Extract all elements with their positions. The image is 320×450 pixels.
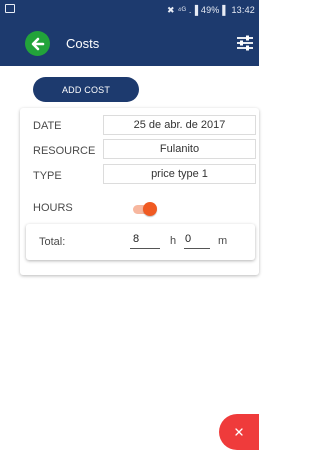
back-button[interactable] — [25, 31, 50, 56]
date-label: DATE — [33, 120, 62, 132]
date-field[interactable]: 25 de abr. de 2017 — [103, 115, 256, 135]
page-title: Costs — [66, 36, 100, 51]
hours-label: HOURS — [33, 202, 73, 214]
sliders-icon — [237, 35, 253, 51]
status-indicators: ✖ ⁴ᴳ .▐ 49% ▌ 13:42 — [167, 5, 255, 15]
add-cost-button[interactable]: ADD COST — [33, 77, 139, 102]
hours-input[interactable]: 8 — [130, 233, 160, 249]
resource-label: RESOURCE — [33, 145, 96, 157]
type-label: TYPE — [33, 170, 62, 182]
total-panel: Total: 8 h 0 m — [26, 224, 255, 260]
close-icon — [235, 428, 243, 436]
resource-field[interactable]: Fulanito — [103, 139, 256, 159]
cost-form-card: DATE 25 de abr. de 2017 RESOURCE Fulanit… — [20, 108, 259, 275]
filter-button[interactable] — [234, 34, 256, 52]
type-field[interactable]: price type 1 — [103, 164, 256, 184]
image-notification-icon — [5, 4, 15, 13]
hours-toggle[interactable] — [133, 202, 157, 216]
cancel-fab-button[interactable] — [219, 414, 259, 450]
arrow-left-icon — [31, 37, 45, 50]
toggle-thumb — [143, 202, 157, 216]
total-label: Total: — [39, 236, 66, 248]
app-bar: Costs — [0, 20, 259, 66]
minutes-unit-label: m — [218, 235, 228, 247]
hours-unit-label: h — [170, 235, 177, 247]
minutes-input[interactable]: 0 — [184, 233, 210, 249]
status-bar: ✖ ⁴ᴳ .▐ 49% ▌ 13:42 — [0, 0, 259, 20]
